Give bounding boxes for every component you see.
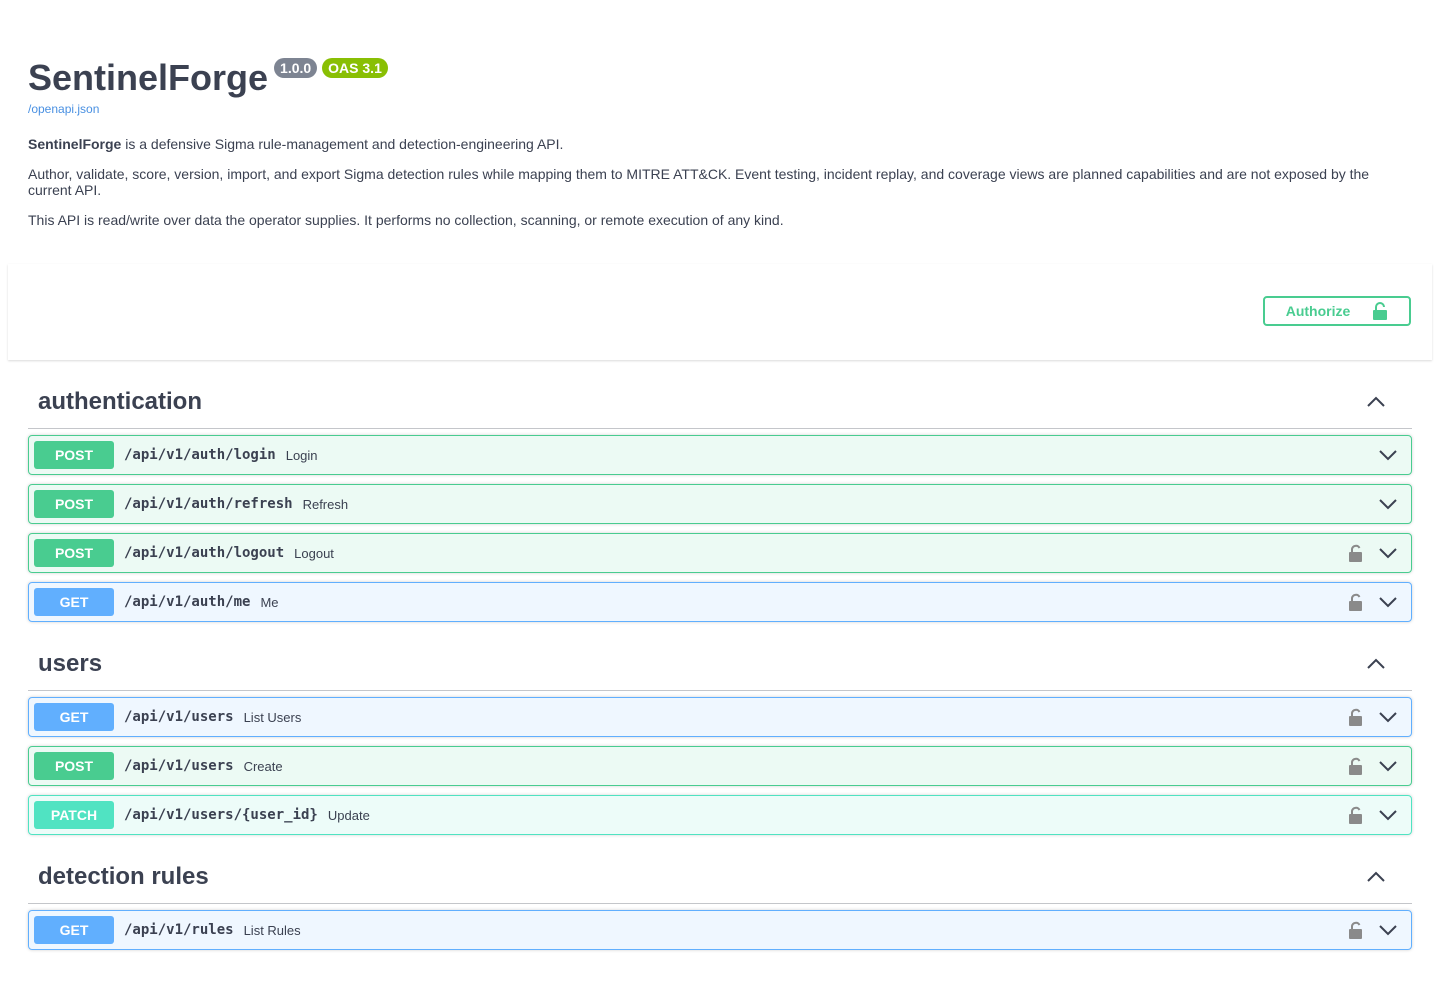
tag-header[interactable]: detection rules [28, 851, 1412, 904]
operation-path: /api/v1/users [124, 758, 234, 774]
operation-row[interactable]: GET/api/v1/rules List Rules [28, 910, 1412, 950]
operation-icons [1348, 708, 1406, 726]
version-badge: 1.0.0 [274, 58, 318, 78]
lock-icon[interactable] [1348, 757, 1363, 775]
tag-header[interactable]: authentication [28, 376, 1412, 429]
tag-section: detection rules GET/api/v1/rules List Rule… [28, 851, 1412, 950]
lock-icon[interactable] [1348, 593, 1363, 611]
oas-badge: OAS 3.1 [322, 58, 388, 78]
description-paragraph-2: Author, validate, score, version, import… [28, 166, 1370, 198]
api-info: SentinelForge 1.0.0 OAS 3.1 /openapi.jso… [0, 0, 1440, 229]
description-paragraph-1: SentinelForge is a defensive Sigma rule-… [28, 136, 1412, 152]
operation-path: /api/v1/auth/refresh [124, 496, 293, 512]
operation-summary: Logout [294, 545, 334, 561]
tag-name: detection rules [38, 863, 209, 890]
operation-summary: Me [260, 594, 279, 610]
tag-section: authentication POST/api/v1/auth/login Logi… [28, 376, 1412, 622]
tag-name: users [38, 650, 103, 677]
operation-icons [1348, 593, 1406, 611]
description-paragraph-3: This API is read/write over data the ope… [28, 212, 784, 228]
chevron-down-icon[interactable] [1378, 711, 1398, 723]
operation-summary: Login [285, 447, 318, 463]
operation-row[interactable]: POST/api/v1/auth/refresh Refresh [28, 484, 1412, 524]
lock-icon[interactable] [1348, 806, 1363, 824]
description-intro: is a defensive Sigma rule-management and… [121, 136, 564, 152]
operation-summary: Update [327, 807, 370, 823]
authorize-button[interactable]: Authorize [1263, 296, 1411, 326]
tag-list: authentication POST/api/v1/auth/login Logi… [0, 376, 1440, 950]
chevron-up-icon[interactable] [1366, 871, 1386, 883]
tag-name: authentication [38, 388, 203, 415]
operation-summary: List Rules [243, 922, 301, 938]
lock-icon[interactable] [1348, 544, 1363, 562]
method-badge: POST [34, 441, 114, 469]
chevron-down-icon[interactable] [1378, 760, 1398, 772]
chevron-up-icon[interactable] [1366, 658, 1386, 670]
method-badge: GET [34, 703, 114, 731]
method-badge: POST [34, 539, 114, 567]
operation-path: /api/v1/rules [124, 922, 234, 938]
lock-icon[interactable] [1348, 921, 1363, 939]
api-description: SentinelForge is a defensive Sigma rule-… [28, 136, 1412, 228]
lock-icon[interactable] [1348, 708, 1363, 726]
operation-summary: Refresh [302, 496, 349, 512]
operation-row[interactable]: GET/api/v1/auth/me Me [28, 582, 1412, 622]
method-badge: GET [34, 588, 114, 616]
operation-icons [1348, 921, 1406, 939]
description-product-name: SentinelForge [28, 136, 122, 152]
chevron-down-icon[interactable] [1378, 547, 1398, 559]
tag-section: users GET/api/v1/users List Users POST/api/… [28, 638, 1412, 835]
operation-icons [1348, 757, 1406, 775]
operation-row[interactable]: POST/api/v1/users Create [28, 746, 1412, 786]
api-title: SentinelForge [28, 57, 269, 98]
operation-icons [1348, 544, 1406, 562]
operation-row[interactable]: PATCH/api/v1/users/{user_id} Update [28, 795, 1412, 835]
chevron-down-icon[interactable] [1378, 809, 1398, 821]
method-badge: POST [34, 752, 114, 780]
method-badge: PATCH [34, 801, 114, 829]
operation-row[interactable]: GET/api/v1/users List Users [28, 697, 1412, 737]
method-badge: POST [34, 490, 114, 518]
title-row: SentinelForge 1.0.0 OAS 3.1 [28, 58, 1412, 98]
chevron-down-icon[interactable] [1378, 498, 1398, 510]
operation-summary: Create [243, 758, 283, 774]
openapi-json-link[interactable]: /openapi.json [28, 102, 1412, 116]
tag-header[interactable]: users [28, 638, 1412, 691]
operation-path: /api/v1/auth/logout [124, 545, 285, 561]
operation-icons [1348, 806, 1406, 824]
unlocked-lock-icon [1372, 302, 1388, 320]
operation-row[interactable]: POST/api/v1/auth/login Login [28, 435, 1412, 475]
chevron-up-icon[interactable] [1366, 396, 1386, 408]
operation-icons [1378, 449, 1406, 461]
operation-path: /api/v1/users [124, 709, 234, 725]
operation-path: /api/v1/auth/login [124, 447, 276, 463]
operation-path: /api/v1/users/{user_id} [124, 807, 318, 823]
operation-summary: List Users [243, 709, 302, 725]
method-badge: GET [34, 916, 114, 944]
chevron-down-icon[interactable] [1378, 924, 1398, 936]
authorize-label: Authorize [1285, 303, 1351, 319]
chevron-down-icon[interactable] [1378, 596, 1398, 608]
operation-icons [1378, 498, 1406, 510]
chevron-down-icon[interactable] [1378, 449, 1398, 461]
scheme-container: Authorize [8, 264, 1432, 360]
operation-path: /api/v1/auth/me [124, 594, 251, 610]
operation-row[interactable]: POST/api/v1/auth/logout Logout [28, 533, 1412, 573]
